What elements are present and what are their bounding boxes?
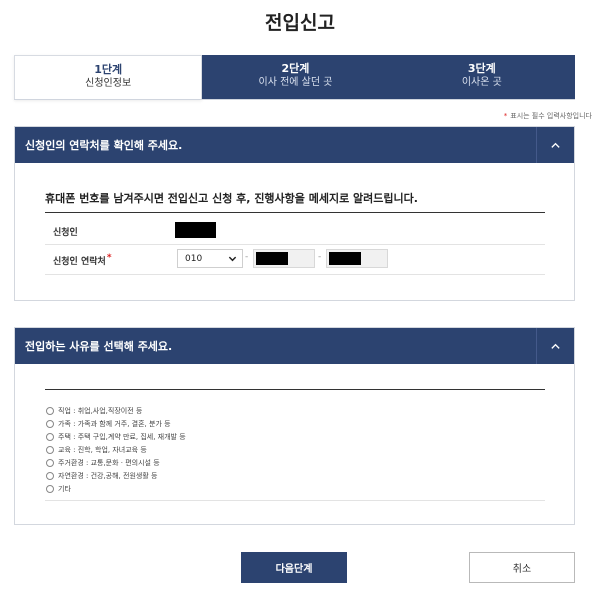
- chevron-up-icon: [551, 343, 560, 349]
- applicant-panel-header: 신청인의 연락처를 확인해 주세요.: [15, 127, 574, 163]
- radio-icon[interactable]: [46, 432, 54, 441]
- reason-option-other[interactable]: 기타: [46, 482, 186, 495]
- reason-option-label: 가족 : 가족과 함께 거주, 결혼, 분가 등: [58, 419, 171, 428]
- applicant-name-redacted: [175, 222, 216, 238]
- reason-option-label: 주거환경 : 교통,문화 · 편의시설 등: [58, 458, 160, 467]
- step-2-number: 2단계: [281, 62, 310, 75]
- step-3-tab[interactable]: 3단계 이사온 곳: [388, 55, 575, 100]
- step-navigation: 1단계 신청인정보 2단계 이사 전에 살던 곳 3단계 이사온 곳: [14, 55, 575, 100]
- reason-option-label: 자연환경 : 건강,공해, 전원생활 등: [58, 471, 158, 480]
- radio-icon[interactable]: [46, 484, 54, 493]
- applicant-phone-label-text: 신청인 연락처: [53, 257, 106, 267]
- reason-option-living-environment[interactable]: 주거환경 : 교통,문화 · 편의시설 등: [46, 456, 186, 469]
- reason-top-rule: [45, 389, 545, 390]
- phone-prefix-value: 010: [185, 253, 203, 264]
- reason-option-family[interactable]: 가족 : 가족과 함께 거주, 결혼, 분가 등: [46, 417, 186, 430]
- applicant-name-label: 신청인: [53, 228, 78, 238]
- chevron-up-icon: [551, 142, 560, 148]
- reason-panel-collapse-button[interactable]: [536, 328, 574, 364]
- step-2-label: 이사 전에 살던 곳: [258, 77, 333, 88]
- move-reason-panel: 전입하는 사유를 선택해 주세요. 직업 : 취업,사업,직장이전 등 가족 :…: [14, 327, 575, 525]
- chevron-down-icon: [228, 256, 237, 262]
- reason-option-housing[interactable]: 주택 : 주택 구입,계약 만료, 집세, 재개발 등: [46, 430, 186, 443]
- phone-last-input[interactable]: [326, 249, 388, 268]
- phone-separator-2: -: [318, 252, 322, 262]
- step-2-tab[interactable]: 2단계 이사 전에 살던 곳: [202, 55, 389, 100]
- step-1-label: 신청인정보: [85, 78, 132, 89]
- form-top-rule: [45, 212, 545, 213]
- reason-option-label: 주택 : 주택 구입,계약 만료, 집세, 재개발 등: [58, 432, 186, 441]
- step-1-number: 1단계: [94, 63, 123, 76]
- applicant-contact-panel: 신청인의 연락처를 확인해 주세요. 휴대폰 번호를 남겨주시면 전입신고 신청…: [14, 126, 575, 301]
- reason-radio-group: 직업 : 취업,사업,직장이전 등 가족 : 가족과 함께 거주, 결혼, 분가…: [46, 404, 186, 495]
- form-row-divider: [45, 244, 545, 245]
- reason-panel-header: 전입하는 사유를 선택해 주세요.: [15, 328, 574, 364]
- phone-separator-1: -: [245, 252, 249, 262]
- reason-option-education[interactable]: 교육 : 진학, 학업, 자녀교육 등: [46, 443, 186, 456]
- radio-icon[interactable]: [46, 458, 54, 467]
- phone-prefix-select[interactable]: 010: [177, 249, 243, 268]
- page-title: 전입신고: [265, 12, 335, 34]
- step-1-tab[interactable]: 1단계 신청인정보: [14, 55, 203, 100]
- form-bottom-rule: [45, 274, 545, 275]
- radio-icon[interactable]: [46, 406, 54, 415]
- phone-last-redacted: [329, 252, 361, 265]
- radio-icon[interactable]: [46, 419, 54, 428]
- phone-middle-redacted: [256, 252, 288, 265]
- phone-middle-input[interactable]: [253, 249, 315, 268]
- applicant-phone-label: 신청인 연락처*: [53, 253, 112, 267]
- radio-icon[interactable]: [46, 445, 54, 454]
- required-note: * 표시는 필수 입력사항입니다: [504, 111, 592, 121]
- sms-notice: 휴대폰 번호를 남겨주시면 전입신고 신청 후, 진행사항을 메세지로 알려드립…: [45, 192, 418, 205]
- reason-option-label: 기타: [58, 484, 71, 493]
- applicant-panel-title: 신청인의 연락처를 확인해 주세요.: [25, 139, 183, 152]
- reason-panel-title: 전입하는 사유를 선택해 주세요.: [25, 340, 173, 353]
- applicant-panel-collapse-button[interactable]: [536, 127, 574, 163]
- reason-option-label: 직업 : 취업,사업,직장이전 등: [58, 406, 143, 415]
- required-star: *: [503, 112, 508, 120]
- cancel-button[interactable]: 취소: [469, 552, 575, 583]
- required-note-text: 표시는 필수 입력사항입니다: [510, 112, 592, 120]
- radio-icon[interactable]: [46, 471, 54, 480]
- step-3-number: 3단계: [467, 62, 496, 75]
- reason-option-job[interactable]: 직업 : 취업,사업,직장이전 등: [46, 404, 186, 417]
- next-step-button[interactable]: 다음단계: [241, 552, 347, 583]
- reason-option-natural-environment[interactable]: 자연환경 : 건강,공해, 전원생활 등: [46, 469, 186, 482]
- reason-bottom-rule: [45, 500, 545, 501]
- steps-divider: [14, 99, 575, 100]
- reason-option-label: 교육 : 진학, 학업, 자녀교육 등: [58, 445, 147, 454]
- step-3-label: 이사온 곳: [461, 77, 502, 88]
- phone-required-star: *: [106, 253, 112, 263]
